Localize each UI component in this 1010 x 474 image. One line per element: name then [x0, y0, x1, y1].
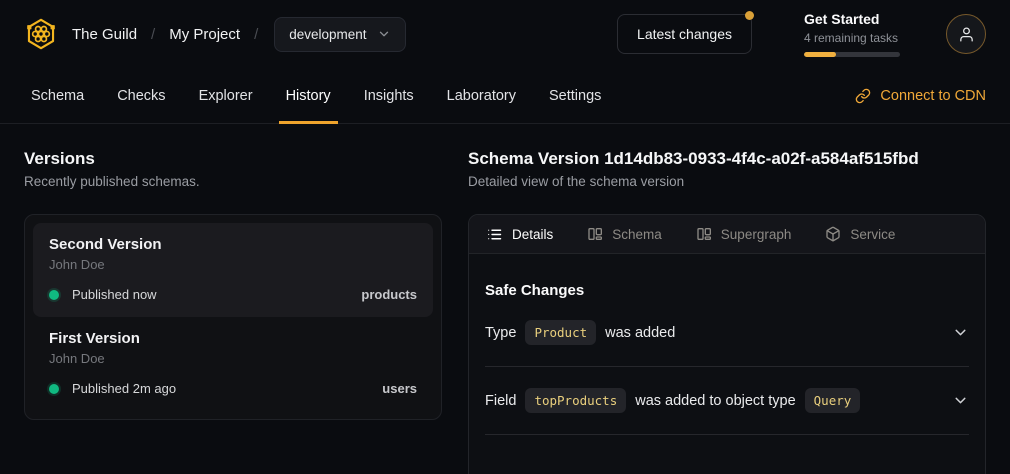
safe-changes-heading: Safe Changes	[485, 282, 969, 299]
breadcrumb-separator: /	[254, 26, 258, 43]
nav-tab-insights[interactable]: Insights	[357, 68, 421, 123]
get-started-widget[interactable]: Get Started 4 remaining tasks	[804, 11, 900, 57]
version-card-second[interactable]: Second Version John Doe Published now pr…	[33, 223, 433, 317]
list-icon	[486, 226, 503, 243]
notification-dot	[745, 11, 754, 20]
published-status-dot-icon	[49, 384, 59, 394]
get-started-progress-track	[804, 52, 900, 57]
nav-tab-schema[interactable]: Schema	[24, 68, 91, 123]
user-avatar[interactable]	[946, 14, 986, 54]
detail-tab-supergraph[interactable]: Supergraph	[696, 226, 792, 242]
version-author: John Doe	[49, 351, 417, 366]
version-status: Published now	[72, 287, 157, 302]
change-text: was added to object type	[635, 393, 795, 409]
version-name: First Version	[49, 330, 417, 347]
detail-tab-service[interactable]: Service	[825, 226, 895, 242]
detail-tab-label: Schema	[612, 227, 662, 242]
version-status: Published 2m ago	[72, 381, 176, 396]
detail-tab-details[interactable]: Details	[486, 226, 553, 243]
columns-icon	[696, 226, 712, 242]
columns-icon	[587, 226, 603, 242]
breadcrumb-project[interactable]: My Project	[169, 26, 240, 43]
nav-tab-history[interactable]: History	[279, 68, 338, 123]
detail-tab-list: Details Schema Sup	[469, 215, 985, 254]
nav-tab-list: Schema Checks Explorer History Insights …	[24, 68, 608, 123]
detail-tab-label: Service	[850, 227, 895, 242]
nav-tab-laboratory[interactable]: Laboratory	[440, 68, 523, 123]
version-service: products	[361, 287, 417, 302]
version-service: users	[382, 381, 417, 396]
latest-changes-button[interactable]: Latest changes	[617, 14, 752, 54]
project-nav: Schema Checks Explorer History Insights …	[0, 68, 1010, 124]
version-meta: Published now products	[49, 287, 417, 302]
latest-changes-label: Latest changes	[637, 26, 732, 42]
breadcrumb-org[interactable]: The Guild	[72, 26, 137, 43]
chevron-down-icon[interactable]	[952, 392, 969, 409]
get-started-title: Get Started	[804, 11, 900, 28]
versions-subtitle: Recently published schemas.	[24, 174, 442, 189]
version-author: John Doe	[49, 257, 417, 272]
change-text: was added	[605, 325, 675, 341]
schema-version-column: Schema Version 1d14db83-0933-4f4c-a02f-a…	[468, 148, 986, 474]
version-card-first[interactable]: First Version John Doe Published 2m ago …	[33, 317, 433, 411]
schema-version-subtitle: Detailed view of the schema version	[468, 174, 986, 189]
change-row-field-added[interactable]: Field topProducts was added to object ty…	[485, 367, 969, 435]
detail-tab-schema[interactable]: Schema	[587, 226, 662, 242]
chevron-down-icon	[377, 27, 391, 41]
change-text: Type	[485, 325, 516, 341]
nav-tab-settings[interactable]: Settings	[542, 68, 608, 123]
change-row-type-added[interactable]: Type Product was added	[485, 299, 969, 367]
nav-spacer	[608, 68, 855, 123]
connect-to-cdn-label: Connect to CDN	[880, 88, 986, 104]
code-badge: topProducts	[525, 388, 626, 413]
detail-content: Safe Changes Type Product was added Fiel…	[469, 254, 985, 435]
cube-icon	[825, 226, 841, 242]
version-meta: Published 2m ago users	[49, 381, 417, 396]
breadcrumb-separator: /	[151, 26, 155, 43]
version-name: Second Version	[49, 236, 417, 253]
connect-to-cdn-link[interactable]: Connect to CDN	[855, 68, 986, 123]
nav-tab-explorer[interactable]: Explorer	[192, 68, 260, 123]
main-content: Versions Recently published schemas. Sec…	[0, 124, 1010, 474]
published-status-dot-icon	[49, 290, 59, 300]
detail-tab-label: Details	[512, 227, 553, 242]
get-started-progress-fill	[804, 52, 836, 57]
top-header: The Guild / My Project / development Lat…	[0, 0, 1010, 68]
user-icon	[958, 26, 975, 43]
versions-column: Versions Recently published schemas. Sec…	[24, 148, 442, 474]
versions-list: Second Version John Doe Published now pr…	[24, 214, 442, 420]
code-badge: Product	[525, 320, 596, 345]
nav-tab-checks[interactable]: Checks	[110, 68, 172, 123]
chevron-down-icon[interactable]	[952, 324, 969, 341]
link-icon	[855, 88, 871, 104]
code-badge: Query	[805, 388, 861, 413]
change-text: Field	[485, 393, 516, 409]
get-started-subtitle: 4 remaining tasks	[804, 31, 900, 45]
schema-version-title: Schema Version 1d14db83-0933-4f4c-a02f-a…	[468, 148, 986, 169]
environment-selector[interactable]: development	[274, 17, 405, 52]
environment-selector-value: development	[289, 27, 366, 42]
versions-title: Versions	[24, 148, 442, 169]
schema-version-detail-panel: Details Schema Sup	[468, 214, 986, 474]
detail-tab-label: Supergraph	[721, 227, 792, 242]
guild-hive-logo-icon[interactable]	[24, 17, 58, 51]
